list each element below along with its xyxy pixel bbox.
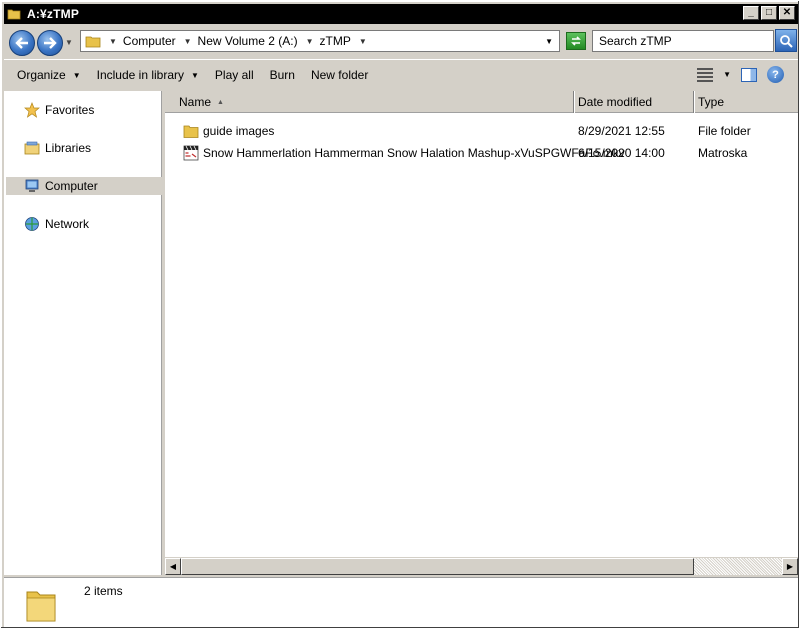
main-content: Favorites Libraries Computer Network Nam…	[4, 91, 798, 575]
search-button[interactable]	[775, 29, 797, 52]
file-name-cell: guide images	[183, 120, 274, 142]
item-count: 2 items	[84, 584, 123, 598]
breadcrumb-ztmp[interactable]: zTMP	[320, 34, 351, 48]
nav-item-label: Favorites	[45, 103, 95, 117]
forward-arrow-icon	[44, 37, 57, 49]
network-icon	[25, 217, 39, 231]
organize-label: Organize	[17, 68, 66, 82]
file-list[interactable]: Name ▲ Date modified Type guide images 8…	[165, 91, 798, 575]
scroll-left-button[interactable]: ◀	[165, 558, 181, 575]
new-folder-button[interactable]: New folder	[303, 68, 376, 82]
folder-icon	[85, 36, 101, 48]
folder-icon	[26, 591, 56, 622]
folder-icon	[7, 9, 21, 20]
refresh-button[interactable]	[566, 32, 586, 50]
address-box[interactable]: ▼ Computer ▼ New Volume 2 (A:) ▼ zTMP ▼ …	[80, 30, 560, 52]
back-button[interactable]	[9, 30, 35, 56]
folder-icon	[183, 125, 199, 138]
close-button[interactable]: ✕	[779, 6, 795, 20]
command-bar: Organize ▼ Include in library ▼ Play all…	[4, 59, 798, 90]
file-type: Matroska	[698, 146, 748, 160]
column-header-name[interactable]: Name ▲	[165, 91, 574, 113]
file-date: 6/15/2020 14:00	[578, 146, 665, 160]
file-type: File folder	[698, 124, 751, 138]
window-title: A:¥zTMP	[27, 7, 80, 21]
navigation-pane[interactable]: Favorites Libraries Computer Network	[4, 91, 162, 575]
forward-button[interactable]	[37, 30, 63, 56]
file-date: 8/29/2021 12:55	[578, 124, 665, 138]
chevron-down-icon[interactable]: ▼	[184, 37, 192, 46]
libraries-icon	[24, 141, 40, 155]
mkv-file-icon	[183, 145, 199, 161]
file-name: Snow Hammerlation Hammerman Snow Halatio…	[203, 146, 625, 160]
horizontal-scrollbar[interactable]: ◀ ▶	[165, 557, 798, 575]
column-header-name-label: Name	[179, 95, 212, 109]
explorer-window: A:¥zTMP _ □ ✕ ▼ ▼ Computer ▼ New Volume …	[0, 0, 800, 629]
nav-item-label: Network	[45, 217, 90, 231]
breadcrumb-computer[interactable]: Computer	[123, 34, 176, 48]
nav-item-label: Libraries	[45, 141, 92, 155]
burn-button[interactable]: Burn	[262, 68, 303, 82]
chevron-down-icon[interactable]: ▼	[109, 37, 117, 46]
title-bar[interactable]: A:¥zTMP _ □ ✕	[4, 4, 798, 24]
preview-pane-icon[interactable]	[741, 67, 757, 82]
chevron-down-icon[interactable]: ▼	[359, 37, 367, 46]
address-history-dropdown-icon[interactable]: ▼	[545, 37, 553, 46]
scroll-right-button[interactable]: ▶	[782, 558, 798, 575]
change-view-icon[interactable]	[697, 67, 714, 82]
help-icon[interactable]: ?	[767, 66, 784, 83]
recent-pages-dropdown-icon[interactable]: ▼	[65, 38, 73, 47]
organize-button[interactable]: Organize ▼	[9, 68, 89, 82]
nav-item-favorites[interactable]: Favorites	[6, 101, 162, 119]
file-name: guide images	[203, 124, 275, 138]
column-header-type[interactable]: Type	[694, 91, 798, 113]
chevron-down-icon: ▼	[72, 70, 81, 80]
chevron-down-icon[interactable]: ▼	[306, 37, 314, 46]
nav-item-network[interactable]: Network	[6, 215, 162, 233]
address-bar-row: ▼ ▼ Computer ▼ New Volume 2 (A:) ▼ zTMP …	[4, 25, 798, 59]
file-row[interactable]: Snow Hammerlation Hammerman Snow Halatio…	[165, 142, 798, 164]
column-header-date-modified[interactable]: Date modified	[574, 91, 694, 113]
details-pane: 2 items	[4, 577, 798, 627]
sort-ascending-icon: ▲	[217, 98, 224, 106]
include-in-library-label: Include in library	[96, 68, 184, 82]
minimize-button[interactable]: _	[743, 6, 759, 20]
refresh-icon	[571, 36, 581, 46]
nav-item-label: Computer	[45, 179, 98, 193]
scroll-track[interactable]	[694, 558, 782, 575]
scroll-thumb[interactable]	[181, 558, 694, 575]
breadcrumb-volume[interactable]: New Volume 2 (A:)	[198, 34, 298, 48]
nav-item-libraries[interactable]: Libraries	[6, 139, 162, 157]
view-options-dropdown-icon[interactable]: ▼	[723, 70, 731, 79]
computer-icon	[25, 179, 39, 192]
star-icon	[24, 102, 40, 118]
file-row[interactable]: guide images 8/29/2021 12:55 File folder	[165, 120, 798, 142]
search-icon	[780, 34, 793, 48]
nav-item-computer[interactable]: Computer	[6, 177, 162, 195]
file-name-cell: Snow Hammerlation Hammerman Snow Halatio…	[183, 142, 625, 164]
search-input[interactable]: Search zTMP	[592, 30, 774, 52]
column-header-row: Name ▲ Date modified Type	[165, 91, 798, 113]
include-in-library-button[interactable]: Include in library ▼	[89, 68, 207, 82]
play-all-button[interactable]: Play all	[207, 68, 262, 82]
maximize-button[interactable]: □	[761, 6, 777, 20]
back-arrow-icon	[15, 37, 28, 49]
chevron-down-icon: ▼	[191, 70, 199, 80]
